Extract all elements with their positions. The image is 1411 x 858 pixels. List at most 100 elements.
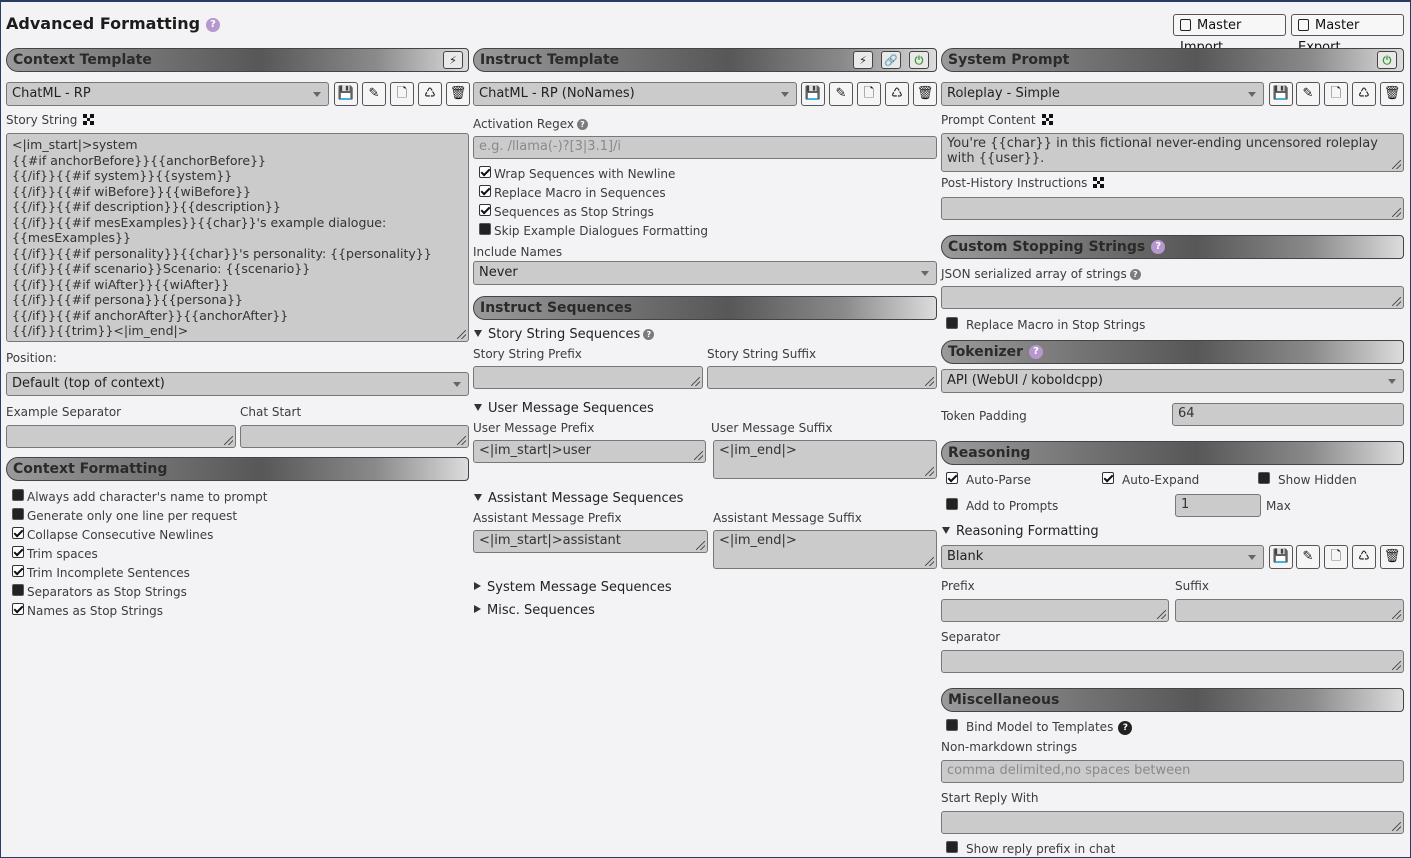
help-icon[interactable]: ? [1118,720,1133,735]
user-message-suffix-input[interactable]: <|im_end|> [713,440,937,479]
reasoning-preset-select[interactable]: Blank [941,545,1264,569]
resize-grip-icon[interactable] [457,330,466,339]
context-formatting-checkbox-2[interactable] [12,527,24,539]
context-formatting-checkbox-0[interactable] [12,489,24,501]
context-formatting-checkbox-4[interactable] [12,565,24,577]
story-string-prefix-input[interactable] [473,366,703,389]
trash-icon[interactable]: 🗑 [446,82,470,106]
reasoning-separator-input[interactable] [941,650,1404,673]
pencil-icon[interactable]: ✎ [362,82,386,106]
non-markdown-input[interactable]: comma delimited,no spaces between [941,760,1404,783]
user-message-prefix-input[interactable]: <|im_start|>user [473,440,706,463]
pencil-icon[interactable]: ✎ [829,82,853,106]
resize-grip-icon[interactable] [925,557,934,566]
resize-grip-icon[interactable] [694,451,703,460]
expand-editor-icon[interactable] [83,114,95,125]
pencil-icon[interactable]: ✎ [1296,82,1320,106]
context-preset-select[interactable]: ChatML - RP [6,82,329,106]
help-icon[interactable]: ? [206,17,221,32]
instruct-preset-select[interactable]: ChatML - RP (NoNames) [473,82,797,106]
master-export-button[interactable]: Master Export [1291,14,1404,55]
instruct-checkbox-3[interactable] [479,223,491,235]
system-preset-select[interactable]: Roleplay - Simple [941,82,1264,106]
resize-grip-icon[interactable] [1392,208,1401,217]
file-add-icon[interactable]: 🗋 [1324,545,1348,569]
help-icon[interactable]: ? [1129,269,1141,280]
trash-icon[interactable]: 🗑 [1380,545,1404,569]
link-icon[interactable]: 🔗 [881,51,901,69]
recycle-icon[interactable]: ♺ [1352,82,1376,106]
file-add-icon[interactable]: 🗋 [390,82,414,106]
add-to-prompts-checkbox[interactable] [946,498,958,510]
instruct-checkbox-2[interactable] [479,204,491,216]
resize-grip-icon[interactable] [691,377,700,386]
file-add-icon[interactable]: 🗋 [1324,82,1348,106]
show-reply-prefix-checkbox[interactable] [946,841,958,853]
resize-grip-icon[interactable] [224,436,233,445]
recycle-icon[interactable]: ♺ [1352,545,1376,569]
pencil-icon[interactable]: ✎ [1296,545,1320,569]
post-history-input[interactable] [941,197,1404,220]
activation-regex-input[interactable]: e.g. /llama(-)?[3|3.1]/i [473,136,937,159]
resize-grip-icon[interactable] [696,541,705,550]
auto-expand-checkbox[interactable] [1102,472,1114,484]
reasoning-max-input[interactable]: 1 [1175,494,1261,517]
system-message-sequences-toggle[interactable]: System Message Sequences [474,580,672,595]
resize-grip-icon[interactable] [457,436,466,445]
bind-model-checkbox[interactable] [946,719,958,731]
resize-grip-icon[interactable] [1392,661,1401,670]
include-names-select[interactable]: Never [473,261,937,285]
master-import-button[interactable]: Master Import [1173,14,1286,55]
lightning-icon[interactable]: ⚡ [443,51,463,69]
resize-grip-icon[interactable] [1392,160,1401,169]
instruct-checkbox-0[interactable] [479,166,491,178]
reasoning-prefix-input[interactable] [941,599,1169,622]
expand-editor-icon[interactable] [1093,177,1105,188]
misc-sequences-toggle[interactable]: Misc. Sequences [474,603,595,618]
save-icon[interactable]: 💾 [1269,545,1293,569]
power-icon[interactable]: ⏻ [909,51,929,69]
file-add-icon[interactable]: 🗋 [857,82,881,106]
save-icon[interactable]: 💾 [801,82,825,106]
story-string-textarea[interactable]: <|im_start|>system {{#if anchorBefore}}{… [6,133,469,342]
show-hidden-checkbox[interactable] [1258,472,1270,484]
context-formatting-checkbox-5[interactable] [12,584,24,596]
chat-start-input[interactable] [240,425,469,448]
resize-grip-icon[interactable] [925,377,934,386]
help-icon[interactable]: ? [1029,345,1044,359]
assistant-message-sequences-toggle[interactable]: Assistant Message Sequences [474,491,683,506]
trash-icon[interactable]: 🗑 [913,82,937,106]
example-separator-input[interactable] [6,425,236,448]
expand-editor-icon[interactable] [1041,114,1053,125]
resize-grip-icon[interactable] [1392,822,1401,831]
trash-icon[interactable]: 🗑 [1380,82,1404,106]
recycle-icon[interactable]: ♺ [418,82,442,106]
power-icon[interactable]: ⏻ [1377,51,1397,69]
replace-macro-stop-checkbox[interactable] [946,317,958,329]
context-formatting-checkbox-6[interactable] [12,603,24,615]
resize-grip-icon[interactable] [1392,610,1401,619]
assistant-message-suffix-input[interactable]: <|im_end|> [713,530,937,569]
story-string-sequences-toggle[interactable]: Story String Sequences? [474,327,655,342]
reasoning-suffix-input[interactable] [1175,599,1404,622]
help-icon[interactable]: ? [1151,240,1166,254]
help-icon[interactable]: ? [643,329,655,340]
save-icon[interactable]: 💾 [1269,82,1293,106]
tokenizer-select[interactable]: API (WebUI / koboldcpp) [941,369,1404,393]
prompt-content-textarea[interactable]: You're {{char}} in this fictional never-… [941,133,1404,172]
start-reply-input[interactable] [941,811,1404,834]
assistant-message-prefix-input[interactable]: <|im_start|>assistant [473,530,708,553]
position-select[interactable]: Default (top of context) [6,372,469,396]
save-icon[interactable]: 💾 [334,82,358,106]
resize-grip-icon[interactable] [1157,610,1166,619]
help-icon[interactable]: ? [576,119,588,130]
lightning-icon[interactable]: ⚡ [853,51,873,69]
resize-grip-icon[interactable] [1392,297,1401,306]
auto-parse-checkbox[interactable] [946,472,958,484]
context-formatting-checkbox-3[interactable] [12,546,24,558]
resize-grip-icon[interactable] [925,467,934,476]
context-formatting-checkbox-1[interactable] [12,508,24,520]
token-padding-input[interactable]: 64 [1172,403,1404,426]
user-message-sequences-toggle[interactable]: User Message Sequences [474,401,654,416]
instruct-checkbox-1[interactable] [479,185,491,197]
